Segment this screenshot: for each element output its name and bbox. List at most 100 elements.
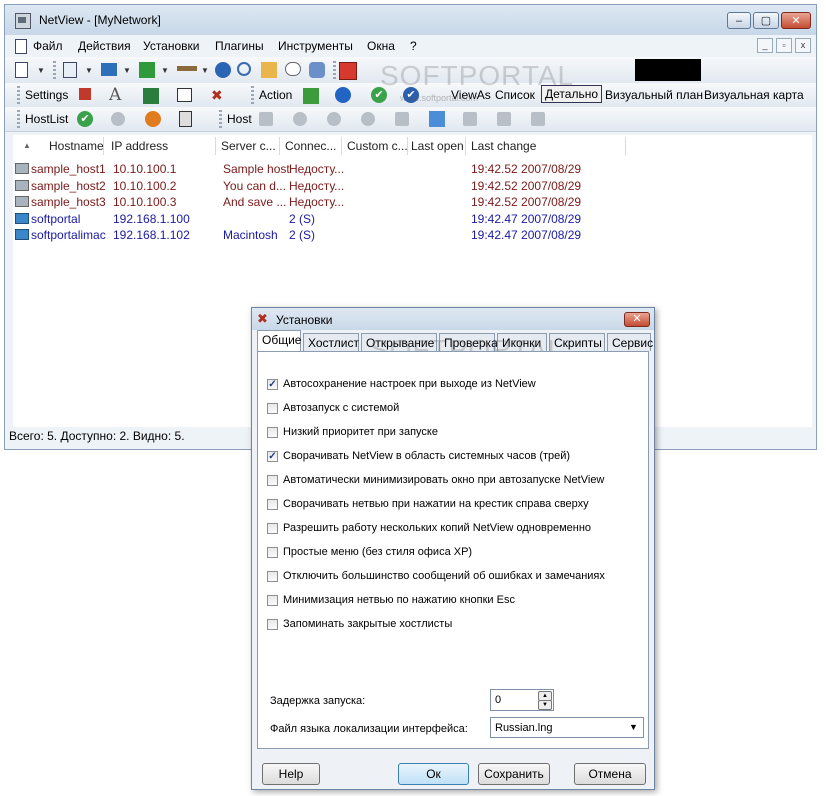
checkbox[interactable] [267,427,278,438]
column-server[interactable]: Server c... [221,139,276,153]
table-row[interactable]: softportal 192.168.1.100 2 (S) 19:42.47 200… [13,211,633,228]
new-document-icon[interactable] [15,62,28,78]
pencil-icon[interactable] [177,66,197,71]
option-row[interactable]: Сворачивать нетвью при нажатии на крести… [267,498,647,514]
chevron-down-icon[interactable]: ▼ [123,66,131,75]
save-button[interactable]: Сохранить [478,763,550,785]
checkbox[interactable]: ✓ [267,379,278,390]
edit-disabled-icon[interactable] [293,112,307,126]
open-document-icon[interactable] [63,62,77,78]
toolbar-grip[interactable] [53,61,56,79]
menu-windows[interactable]: Окна [367,39,395,53]
option-row[interactable]: Запоминать закрытые хостлисты [267,618,647,634]
menu-plugins[interactable]: Плагины [215,39,264,53]
menu-file[interactable]: Файл [33,39,63,53]
chevron-down-icon[interactable]: ▼ [161,66,169,75]
checkbox[interactable] [267,475,278,486]
folder-icon[interactable] [261,62,277,78]
action-run-icon[interactable] [303,88,319,104]
delay-spinner[interactable]: 0 ▲ ▼ [490,689,554,711]
monitor3-disabled-icon[interactable] [531,112,545,126]
dialog-close-button[interactable]: ✕ [624,312,650,327]
table-row[interactable]: sample_host3 10.10.100.3 And save ... Недос… [13,194,633,211]
tab-hostlist[interactable]: Хостлист [303,333,359,351]
option-row[interactable]: Автоматически минимизировать окно при ав… [267,474,647,490]
language-select[interactable]: Russian.lng ▼ [490,717,644,738]
spin-down-icon[interactable]: ▼ [538,700,552,710]
refresh-icon[interactable] [335,87,351,103]
option-row[interactable]: Низкий приоритет при запуске [267,426,647,442]
view-visual-map-button[interactable]: Визуальная карта [704,88,804,102]
cancel-button[interactable]: Отмена [574,763,646,785]
tab-service[interactable]: Сервис [607,333,653,351]
checkbox[interactable] [267,403,278,414]
option-row[interactable]: Автозапуск с системой [267,402,647,418]
chevron-down-icon[interactable]: ▼ [629,722,638,732]
table-row[interactable]: sample_host2 10.10.100.2 You can d... Недос… [13,178,633,195]
tools-icon[interactable]: ✖ [211,87,227,103]
view-visual-plan-button[interactable]: Визуальный план [605,88,703,102]
check-icon[interactable]: ✔ [77,111,93,127]
tag-disabled-icon[interactable] [395,112,409,126]
table-row[interactable]: sample_host1 10.10.100.1 Sample host Недост… [13,161,633,178]
checkbox[interactable]: ✓ [267,451,278,462]
sort-icon[interactable]: ▲ [23,141,31,150]
toolbar-grip[interactable] [17,110,20,128]
column-custom[interactable]: Custom c... [347,139,408,153]
hostlist-disabled-icon[interactable] [111,112,125,126]
console-icon[interactable] [101,63,117,76]
no-entry-icon[interactable] [145,111,161,127]
maximize-button[interactable]: ▢ [753,12,779,29]
search-icon[interactable] [237,62,251,76]
mdi-restore-button[interactable]: ▫ [776,38,792,53]
minimize-button[interactable]: – [727,12,751,29]
column-divider[interactable] [407,137,408,155]
menu-settings[interactable]: Установки [143,39,199,53]
option-row[interactable]: ✓ Автосохранение настроек при выходе из N… [267,378,647,394]
network-icon[interactable] [139,62,155,78]
users-icon[interactable] [309,62,325,78]
globe-icon[interactable] [215,62,231,78]
column-last-change[interactable]: Last change [471,139,536,153]
chevron-down-icon[interactable]: ▼ [37,66,45,75]
stop-disabled-icon[interactable] [327,112,341,126]
calendar-icon[interactable] [339,62,357,80]
add-host-icon[interactable] [429,111,445,127]
column-ip[interactable]: IP address [111,139,168,153]
toolbar-grip[interactable] [219,110,222,128]
checkbox[interactable] [267,571,278,582]
menu-actions[interactable]: Действия [78,39,131,53]
help-button[interactable]: Help [262,763,320,785]
column-divider[interactable] [341,137,342,155]
title-bar[interactable]: NetView - [MyNetwork] – ▢ ✕ [5,5,816,35]
checkbox[interactable] [267,523,278,534]
mdi-minimize-button[interactable]: _ [757,38,773,53]
monitor2-disabled-icon[interactable] [497,112,511,126]
chevron-down-icon[interactable]: ▼ [201,66,209,75]
option-row[interactable]: Разрешить работу нескольких копий NetVie… [267,522,647,538]
font-icon[interactable]: A [109,85,121,105]
board-icon[interactable] [143,88,159,104]
monitor-disabled-icon[interactable] [463,112,477,126]
window-icon[interactable] [177,88,192,102]
column-divider[interactable] [625,137,626,155]
delete-icon[interactable] [79,88,91,100]
checkbox[interactable] [267,499,278,510]
chat-icon[interactable] [285,62,301,76]
chevron-down-icon[interactable]: ▼ [85,66,93,75]
ok-button[interactable]: Ок [398,763,469,785]
toolbar-grip[interactable] [251,86,254,104]
lock-icon[interactable] [179,111,192,127]
option-row[interactable]: Простые меню (без стиля офиса XP) [267,546,647,562]
mdi-close-button[interactable]: x [795,38,811,53]
dialog-title-bar[interactable]: ✖ Установки ✕ [252,308,654,330]
table-row[interactable]: softportalimac 192.168.1.102 Macintosh 2 (S… [13,227,633,244]
column-divider[interactable] [215,137,216,155]
checkbox[interactable] [267,595,278,606]
pause-disabled-icon[interactable] [361,112,375,126]
column-last-open[interactable]: Last open [411,139,464,153]
menu-help[interactable]: ? [410,39,417,53]
column-divider[interactable] [103,137,104,155]
checkbox[interactable] [267,619,278,630]
toolbar-grip[interactable] [333,61,336,79]
